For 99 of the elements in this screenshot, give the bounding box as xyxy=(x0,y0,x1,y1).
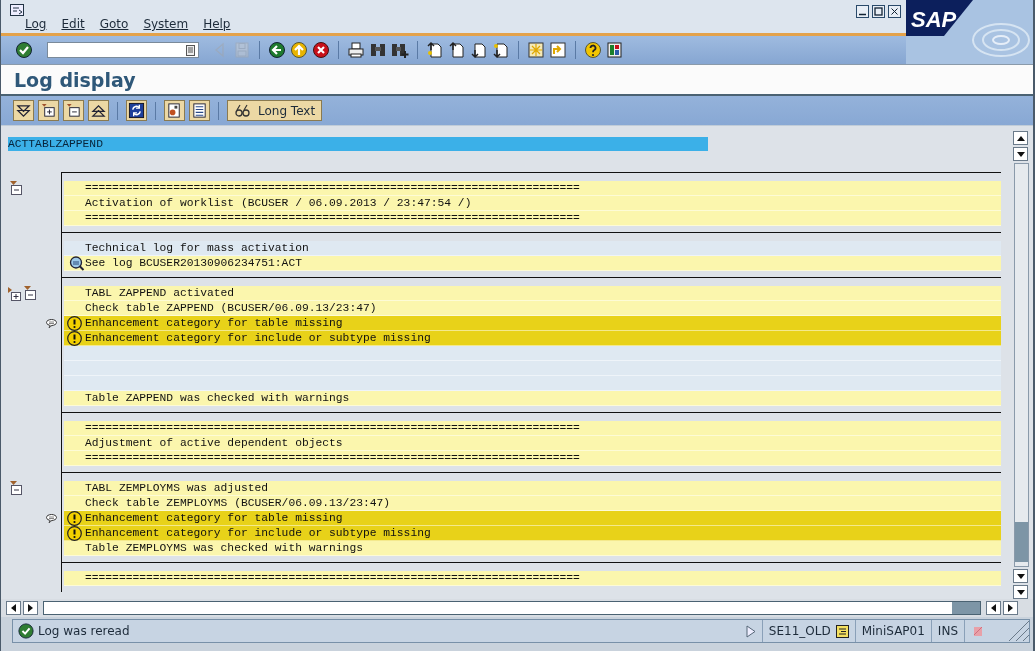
warning-icon xyxy=(67,330,82,346)
scroll-left-button[interactable] xyxy=(986,601,1001,615)
refresh-button[interactable] xyxy=(126,100,147,121)
dropdown-icon[interactable] xyxy=(186,44,195,56)
log-message: See log BCUSER20130906234751:ACT xyxy=(85,257,302,269)
speech-bubble-icon[interactable] xyxy=(46,514,57,523)
cancel-icon[interactable] xyxy=(312,41,330,59)
log-message: Enhancement category for include or subtype missing xyxy=(85,527,431,539)
log-message: ========================================================================= xyxy=(85,212,580,224)
up-arrow-icon[interactable] xyxy=(290,41,308,59)
up-triangle-icon xyxy=(1016,135,1025,141)
left-triangle-icon xyxy=(991,604,996,612)
help-icon[interactable] xyxy=(584,41,602,59)
detail-icon xyxy=(166,102,183,119)
log-message: Check table ZEMPLOYMS (BCUSER/06.09.13/23:47) xyxy=(85,497,391,509)
right-triangle-icon[interactable] xyxy=(745,624,756,638)
refresh-icon xyxy=(128,102,145,119)
last-page-icon[interactable] xyxy=(492,41,510,59)
log-message: Check table ZAPPEND (BCUSER/06.09.13/23:47) xyxy=(85,302,377,314)
menu-item[interactable]: Help xyxy=(203,17,231,31)
collapse-node-icon[interactable] xyxy=(8,181,23,196)
log-message: Enhancement category for include or subtype missing xyxy=(85,332,431,344)
scroll-down-button[interactable] xyxy=(1013,569,1028,583)
down-triangle-icon xyxy=(1016,589,1025,595)
screen-title: Log display xyxy=(14,68,136,91)
right-triangle-icon xyxy=(1008,604,1013,612)
log-message: ========================================================================= xyxy=(85,422,580,434)
layout-icon[interactable] xyxy=(606,41,624,59)
log-message: Technical log for mass activation xyxy=(85,242,309,254)
menu-item[interactable]: Log xyxy=(25,17,47,31)
command-field[interactable] xyxy=(47,42,199,58)
warning-icon xyxy=(67,510,82,526)
previous-page-icon[interactable] xyxy=(448,41,466,59)
expand-node-icon[interactable] xyxy=(8,286,22,301)
list-icon[interactable] xyxy=(835,624,849,638)
collapse-button[interactable] xyxy=(63,100,84,121)
back-arrow-icon[interactable] xyxy=(268,41,286,59)
down-triangle-icon xyxy=(1016,151,1025,157)
binoculars-plus-icon[interactable] xyxy=(391,41,409,59)
collapse-node-icon[interactable] xyxy=(22,286,37,301)
long-text-button[interactable]: Long Text xyxy=(227,100,323,121)
insert-mode: INS xyxy=(937,624,958,638)
sap-logo: SAP xyxy=(906,0,1033,64)
expand-button[interactable] xyxy=(38,100,59,121)
log-message: Table ZAPPEND was checked with warnings xyxy=(85,392,350,404)
printer-icon[interactable] xyxy=(347,41,365,59)
system-name: MiniSAP01 xyxy=(861,624,925,638)
scroll-down-button[interactable] xyxy=(1013,147,1028,161)
next-page-icon[interactable] xyxy=(470,41,488,59)
log-message: ========================================================================= xyxy=(85,182,580,194)
log-message: Enhancement category for table missing xyxy=(85,317,343,329)
minimize-icon[interactable] xyxy=(856,5,869,18)
new-window-icon[interactable] xyxy=(527,41,545,59)
status-message: Log was reread xyxy=(38,624,130,638)
speech-bubble-icon[interactable] xyxy=(46,319,57,328)
magnifier-icon[interactable] xyxy=(69,255,85,271)
log-message: Table ZEMPLOYMS was checked with warnings xyxy=(85,542,363,554)
log-header: ACTTABLZAPPEND xyxy=(8,137,708,151)
collapse-node-icon[interactable] xyxy=(8,481,23,496)
shortcut-icon[interactable] xyxy=(549,41,567,59)
close-icon[interactable] xyxy=(888,5,901,18)
scroll-up-button[interactable] xyxy=(1013,131,1028,145)
log-message: Adjustment of active dependent objects xyxy=(85,437,343,449)
warning-icon xyxy=(67,525,82,541)
log-message: TABL ZEMPLOYMS was adjusted xyxy=(85,482,269,494)
scrollbar-track[interactable] xyxy=(1014,163,1029,567)
scroll-right-button[interactable] xyxy=(1003,601,1018,615)
expand-all-button[interactable] xyxy=(13,100,34,121)
scrollbar-thumb[interactable] xyxy=(1015,522,1028,562)
log-message: TABL ZAPPEND activated xyxy=(85,287,235,299)
expand-all-icon xyxy=(15,102,32,119)
menu-item[interactable]: Edit xyxy=(61,17,85,31)
log-message: Enhancement category for table missing xyxy=(85,512,343,524)
scroll-right-button[interactable] xyxy=(23,601,38,615)
right-triangle-icon xyxy=(28,604,33,612)
warning-icon xyxy=(67,315,82,331)
down-triangle-icon xyxy=(1016,573,1025,579)
scroll-left-button[interactable] xyxy=(6,601,21,615)
scroll-down-button[interactable] xyxy=(1013,585,1028,599)
window-menu-icon[interactable] xyxy=(10,4,24,16)
collapse-icon xyxy=(65,102,82,119)
log-message: Activation of worklist (BCUSER / 06.09.2013 / 23:47:54 /) xyxy=(85,197,472,209)
first-page-icon[interactable] xyxy=(426,41,444,59)
expand-icon xyxy=(40,102,57,119)
menu-item[interactable]: System xyxy=(143,17,189,31)
list-button[interactable] xyxy=(189,100,210,121)
menu-item[interactable]: Goto xyxy=(99,17,129,31)
maximize-icon[interactable] xyxy=(872,5,885,18)
collapse-all-icon xyxy=(90,102,107,119)
scrollbar-thumb[interactable] xyxy=(952,602,980,614)
detail-button[interactable] xyxy=(164,100,185,121)
left-triangle-icon xyxy=(11,604,16,612)
transaction-code: SE11_OLD xyxy=(768,624,831,638)
list-icon xyxy=(191,102,208,119)
binoculars-icon[interactable] xyxy=(369,41,387,59)
collapse-all-button[interactable] xyxy=(88,100,109,121)
log-message: ========================================================================= xyxy=(85,452,580,464)
log-message: ========================================================================= xyxy=(85,572,580,584)
checkmark-icon[interactable] xyxy=(15,41,33,59)
